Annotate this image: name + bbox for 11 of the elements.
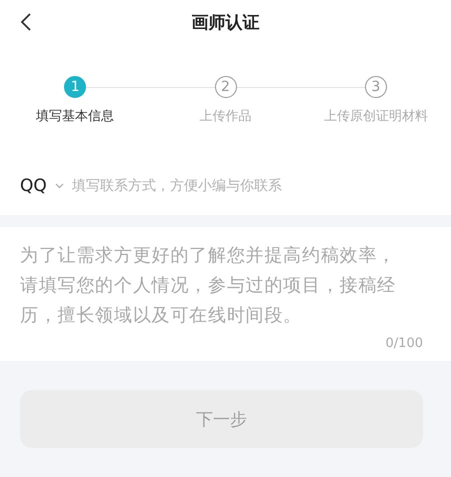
step-label: 上传作品 [199, 108, 252, 125]
step-number: 3 [364, 76, 387, 98]
contact-type-dropdown[interactable]: QQ [20, 176, 64, 196]
back-icon[interactable] [20, 12, 32, 32]
chevron-icon [54, 183, 64, 189]
step-number: 1 [64, 76, 86, 98]
step-label: 上传原创证明材料 [324, 108, 428, 125]
page-title: 画师认证 [192, 12, 260, 34]
step-number: 2 [214, 76, 236, 98]
step-label: 填写基本信息 [36, 108, 114, 125]
character-counter: 0/100 [386, 336, 423, 351]
